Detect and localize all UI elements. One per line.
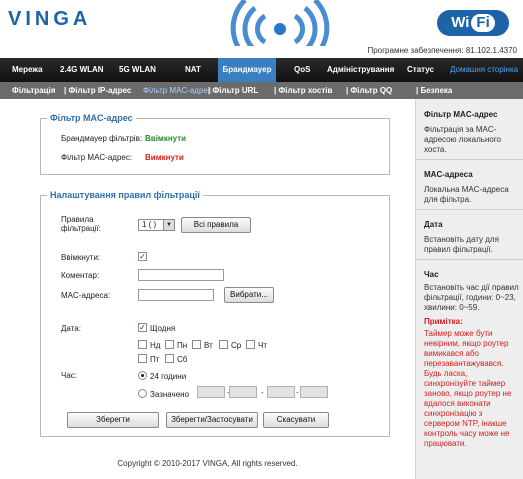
help-mac-address-text: Локальна MAC-адреса для фільтра.: [424, 185, 509, 204]
firewall-filter-status: Ввімкнути: [145, 134, 187, 143]
end-hour-input[interactable]: [267, 386, 295, 398]
menu-item-firewall[interactable]: Брандмауер: [218, 58, 276, 82]
start-minute-input[interactable]: [229, 386, 257, 398]
wireless-signal-icon: [230, 0, 330, 46]
cancel-button[interactable]: Скасувати: [263, 412, 329, 428]
sunday-label: Нд: [150, 341, 161, 350]
help-divider: [416, 209, 523, 210]
help-warning-title: Примітка:: [424, 317, 463, 326]
enabled-label: Ввімкнути:: [61, 253, 101, 262]
monday-label: Пн: [177, 341, 188, 350]
help-mac-filter-title: Фільтр MAC-адрес: [424, 110, 498, 119]
menu-item-administration[interactable]: Адміністрування: [327, 58, 394, 82]
firmware-version: Програмне забезпечення: 81.102.1.4370: [367, 46, 517, 55]
wifi-text-wi: Wi: [451, 14, 470, 31]
rule-label-line2: фільтрації:: [61, 224, 101, 233]
submenu-qq-filter[interactable]: | Фільтр QQ: [346, 82, 392, 99]
mac-address-input[interactable]: [138, 289, 214, 301]
help-divider: [416, 159, 523, 160]
help-mac-address-title: MAC-адреса: [424, 170, 473, 179]
submenu-security[interactable]: | Безпека: [416, 82, 452, 99]
rule-select-value: 1 ( ): [142, 220, 157, 229]
tuesday-label: Вт: [204, 341, 213, 350]
wednesday-label: Ср: [231, 341, 242, 350]
submenu-host-filter[interactable]: | Фільтр хостів: [274, 82, 332, 99]
main-menu: Мережа 2.4G WLAN 5G WLAN NAT Брандмауер …: [0, 58, 523, 82]
time-label: Час:: [61, 371, 78, 380]
header: VINGA Wi Fi: [0, 0, 523, 46]
friday-checkbox[interactable]: [138, 354, 147, 363]
rule-label-line1: Правила: [61, 215, 94, 224]
copyright: Copyright © 2010-2017 VINGA, All rights …: [117, 459, 298, 468]
menu-item-home[interactable]: Домашня сторінка: [450, 58, 518, 82]
rule-select[interactable]: 1 ( ) ▼: [138, 219, 175, 231]
comment-input[interactable]: [138, 269, 224, 281]
mac-filter-section: Фільтр MAC-адрес Брандмауер фільтрів: Вв…: [40, 113, 390, 175]
help-warning-text: Таймер може бути невірним, якщо роутер в…: [424, 329, 512, 448]
mac-address-label: MAC-адреса:: [61, 291, 111, 300]
menu-item-24g-wlan[interactable]: 2.4G WLAN: [60, 58, 104, 82]
time-custom-label: Зазначено: [150, 390, 190, 399]
saturday-label: Сб: [177, 355, 188, 364]
comment-label: Коментар:: [61, 271, 100, 280]
mac-filter-status: Вимкнути: [145, 153, 184, 162]
daily-checkbox[interactable]: ✓: [138, 323, 147, 332]
vinga-logo: VINGA: [8, 8, 92, 30]
help-date-text: Встановіть дату для правил фільтрації.: [424, 235, 499, 254]
save-button[interactable]: Зберегти: [67, 412, 159, 428]
all-rules-button[interactable]: Всі правила: [181, 217, 251, 233]
help-mac-filter-text: Фільтрація за MAC-адресою локального хос…: [424, 125, 502, 154]
submenu-url-filter[interactable]: | Фільтр URL: [208, 82, 258, 99]
save-apply-button[interactable]: Зберегти/Застосувати: [166, 412, 258, 428]
friday-label: Пт: [150, 355, 160, 364]
time-custom-radio[interactable]: [138, 389, 147, 398]
submenu-ip-filter[interactable]: | Фільтр IP-адрес: [64, 82, 131, 99]
menu-item-nat[interactable]: NAT: [185, 58, 201, 82]
start-hour-input[interactable]: [197, 386, 225, 398]
main-panel: Фільтр MAC-адрес Брандмауер фільтрів: Вв…: [0, 99, 415, 479]
menu-item-status[interactable]: Статус: [407, 58, 434, 82]
menu-item-5g-wlan[interactable]: 5G WLAN: [119, 58, 156, 82]
filter-rules-legend: Налаштування правил фільтрації: [47, 190, 203, 200]
daily-label: Щодня: [150, 324, 176, 333]
thursday-label: Чт: [258, 341, 267, 350]
choose-button[interactable]: Вибрати...: [224, 287, 274, 303]
date-label: Дата:: [61, 324, 81, 333]
wifi-badge: Wi Fi: [437, 10, 509, 36]
menu-item-network[interactable]: Мережа: [12, 58, 43, 82]
tuesday-checkbox[interactable]: [192, 340, 201, 349]
submenu-mac-filter[interactable]: Фільтр MAC-адрес: [143, 82, 212, 99]
chevron-down-icon: ▼: [163, 220, 174, 230]
time-24h-radio[interactable]: [138, 371, 147, 380]
enabled-checkbox[interactable]: ✓: [138, 252, 147, 261]
firewall-filter-label: Брандмауер фільтрів:: [61, 134, 143, 143]
submenu-filtering[interactable]: Фільтрація: [12, 82, 55, 99]
time-24h-label: 24 години: [150, 372, 187, 381]
thursday-checkbox[interactable]: [246, 340, 255, 349]
mac-filter-legend: Фільтр MAC-адрес: [47, 113, 136, 123]
time-separator-2: -: [296, 388, 299, 397]
help-date-title: Дата: [424, 220, 443, 229]
mac-filter-label: Фільтр MAC-адрес:: [61, 153, 133, 162]
help-time-title: Час: [424, 270, 439, 279]
filter-rules-section: Налаштування правил фільтрації Правила ф…: [40, 190, 390, 437]
saturday-checkbox[interactable]: [165, 354, 174, 363]
sunday-checkbox[interactable]: [138, 340, 147, 349]
wifi-text-fi: Fi: [471, 14, 495, 32]
help-divider: [416, 259, 523, 260]
help-sidebar: Фільтр MAC-адрес Фільтрація за MAC-адрес…: [415, 99, 523, 479]
help-time-text: Встановіть час дії правил фільтрації, го…: [424, 283, 519, 312]
time-range-separator: -: [261, 388, 264, 397]
menu-item-qos[interactable]: QoS: [294, 58, 310, 82]
end-minute-input[interactable]: [300, 386, 328, 398]
sub-menu: Фільтрація | Фільтр IP-адрес Фільтр MAC-…: [0, 82, 523, 99]
wednesday-checkbox[interactable]: [219, 340, 228, 349]
monday-checkbox[interactable]: [165, 340, 174, 349]
